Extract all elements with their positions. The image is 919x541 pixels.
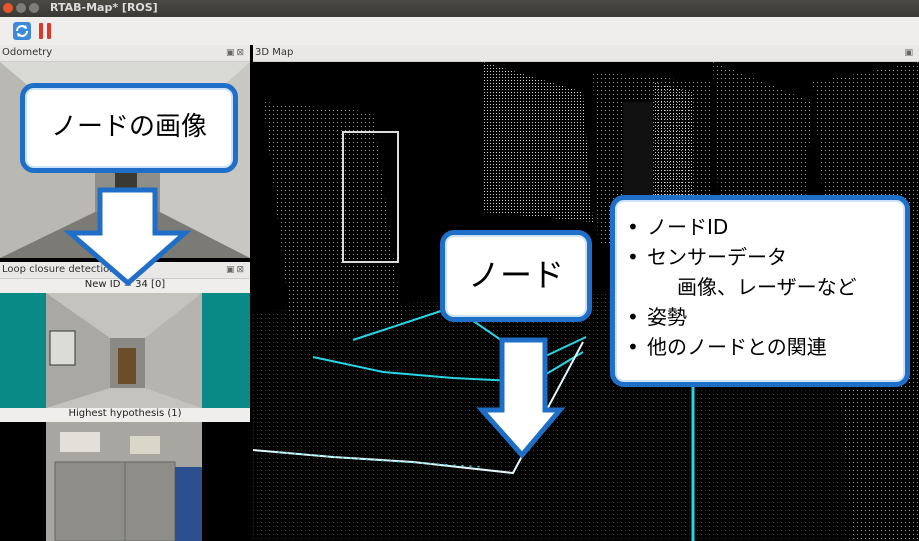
rtabmap-window: RTAB-Map* [ROS] Odometry ▣⊠ Loop closure… (0, 0, 919, 541)
sensor-data-subtext: 画像、レーザーなど (677, 275, 857, 299)
node-info-callout: • ノードID • センサーデータ 画像、レーザーなど • 姿勢 • 他のノードとの関連 (610, 195, 910, 387)
list-item: • 他のノードとの関連 (627, 335, 827, 359)
down-arrow-node-image (63, 187, 192, 287)
list-item: • ノードID (627, 215, 729, 239)
node-callout-text: ノード (467, 256, 564, 294)
node-info-list-2: • 姿勢 • 他のノードとの関連 (615, 302, 905, 362)
node-image-callout-text: ノードの画像 (50, 112, 207, 142)
down-arrow-node (476, 337, 566, 459)
node-callout: ノード (440, 230, 592, 322)
node-info-list: • ノードID • センサーデータ (615, 200, 905, 272)
list-item: • 姿勢 (627, 305, 687, 329)
node-image-callout: ノードの画像 (20, 83, 238, 173)
list-item: • センサーデータ (627, 245, 787, 269)
